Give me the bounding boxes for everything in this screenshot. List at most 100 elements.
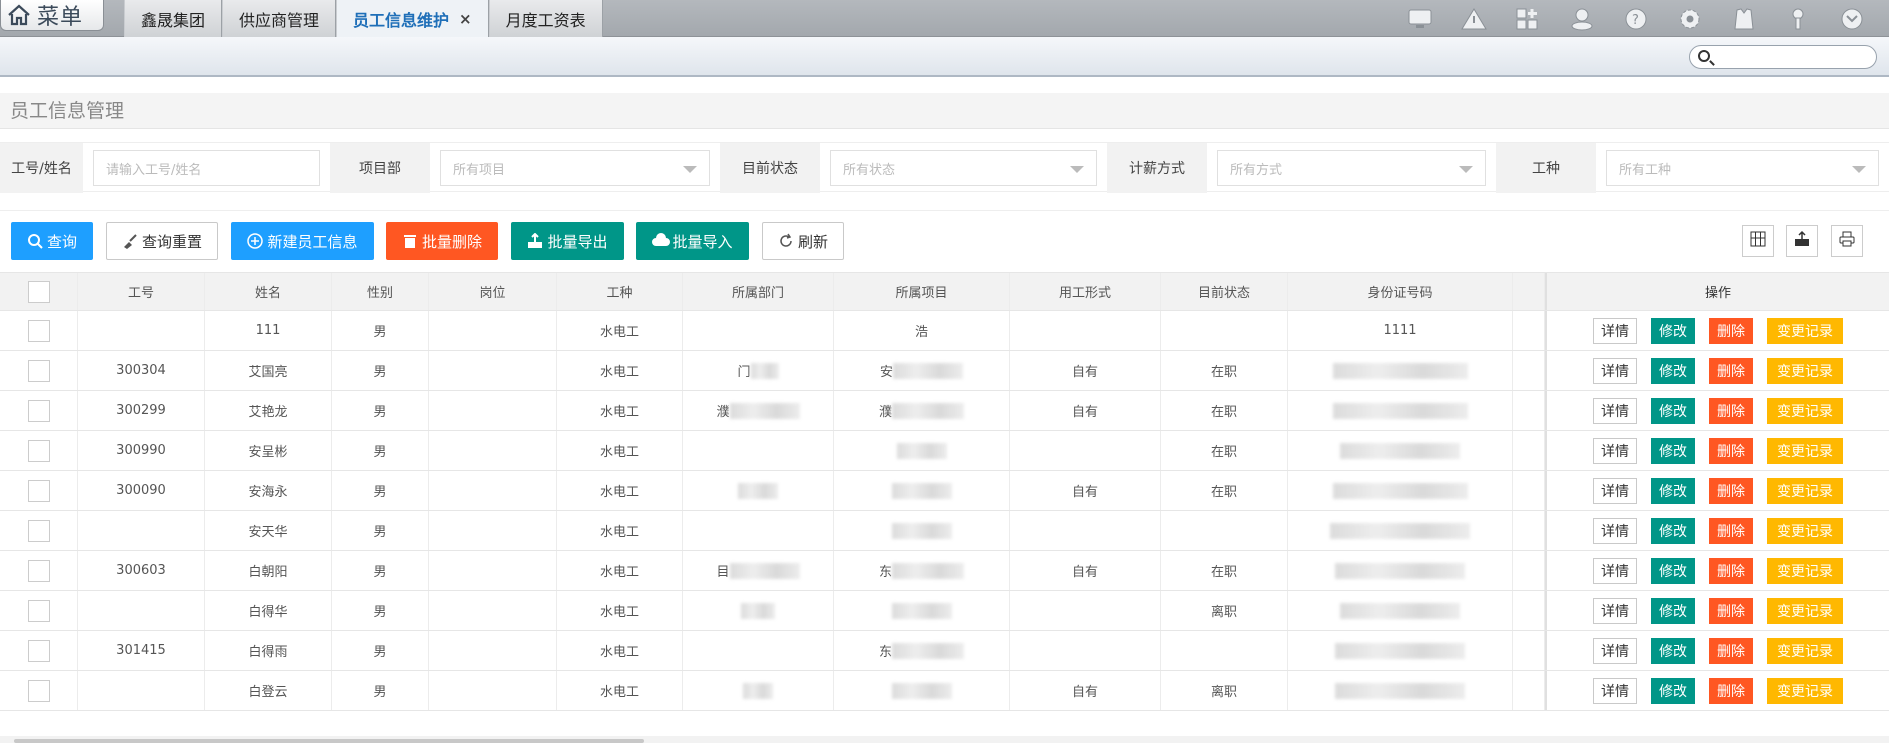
horizontal-scrollbar-thumb[interactable] [14, 739, 644, 743]
menu-button[interactable]: 菜单 [0, 0, 104, 31]
row-checkbox[interactable] [27, 559, 50, 582]
new-employee-button[interactable]: 新建员工信息 [231, 222, 374, 260]
table-row[interactable]: 300990 安呈彬 男 水电工 在职 详情 修改 删除 变更记录 [0, 431, 1889, 471]
cell-chk[interactable] [0, 551, 78, 590]
delete-button[interactable]: 删除 [1709, 677, 1753, 704]
change-log-button[interactable]: 变更记录 [1767, 397, 1843, 424]
detail-button[interactable]: 详情 [1593, 357, 1637, 384]
cell-chk[interactable] [0, 671, 78, 710]
id-name-search-input[interactable]: 请输入工号/姓名 [93, 150, 320, 186]
cell-chk[interactable] [0, 391, 78, 430]
change-log-button[interactable]: 变更记录 [1767, 677, 1843, 704]
delete-button[interactable]: 删除 [1709, 557, 1753, 584]
table-row[interactable]: 301415 白得雨 男 水电工 东 详情 修改 删除 变更记录 [0, 631, 1889, 671]
key-icon[interactable] [1771, 0, 1825, 37]
cell-chk[interactable] [0, 471, 78, 510]
edit-button[interactable]: 修改 [1651, 557, 1695, 584]
edit-button[interactable]: 修改 [1651, 317, 1695, 344]
delete-button[interactable]: 删除 [1709, 317, 1753, 344]
global-search-input[interactable] [1689, 45, 1877, 69]
edit-button[interactable]: 修改 [1651, 437, 1695, 464]
detail-button[interactable]: 详情 [1593, 677, 1637, 704]
delete-button[interactable]: 删除 [1709, 597, 1753, 624]
detail-button[interactable]: 详情 [1593, 517, 1637, 544]
add-window-icon[interactable] [1501, 0, 1555, 37]
cell-chk[interactable] [0, 351, 78, 390]
detail-button[interactable]: 详情 [1593, 397, 1637, 424]
delete-button[interactable]: 删除 [1709, 477, 1753, 504]
cell-chk[interactable] [0, 311, 78, 350]
edit-button[interactable]: 修改 [1651, 677, 1695, 704]
pay-method-select[interactable]: 所有方式 [1217, 150, 1486, 186]
change-log-button[interactable]: 变更记录 [1767, 597, 1843, 624]
detail-button[interactable]: 详情 [1593, 437, 1637, 464]
delete-button[interactable]: 删除 [1709, 437, 1753, 464]
help-icon[interactable]: ? [1609, 0, 1663, 37]
table-row[interactable]: 300603 白朝阳 男 水电工 目 东 自有 在职 详情 修改 删除 变更记录 [0, 551, 1889, 591]
table-row[interactable]: 300304 艾国亮 男 水电工 门 安 自有 在职 详情 修改 删除 变更记录 [0, 351, 1889, 391]
table-row[interactable]: 300090 安海永 男 水电工 自有 在职 详情 修改 删除 变更记录 [0, 471, 1889, 511]
batch-delete-button[interactable]: 批量删除 [386, 222, 498, 260]
settings-icon[interactable] [1663, 0, 1717, 37]
batch-export-button[interactable]: 批量导出 [511, 222, 624, 260]
row-checkbox[interactable] [27, 319, 50, 342]
cell-chk[interactable] [0, 631, 78, 670]
detail-button[interactable]: 详情 [1593, 557, 1637, 584]
table-row[interactable]: 300299 艾艳龙 男 水电工 濮 濮 自有 在职 详情 修改 删除 变更记录 [0, 391, 1889, 431]
delete-button[interactable]: 删除 [1709, 357, 1753, 384]
shirt-icon[interactable] [1717, 0, 1771, 37]
print-button[interactable] [1831, 225, 1863, 257]
change-log-button[interactable]: 变更记录 [1767, 357, 1843, 384]
close-icon[interactable]: × [459, 10, 472, 28]
dropdown-icon[interactable] [1825, 0, 1879, 37]
tab-monthly-payroll[interactable]: 月度工资表 [488, 0, 603, 37]
export-table-button[interactable] [1786, 225, 1818, 257]
tab-xinsheng-group[interactable]: 鑫晟集团 [124, 0, 223, 37]
table-row[interactable]: 白得华 男 水电工 离职 详情 修改 删除 变更记录 [0, 591, 1889, 631]
table-row[interactable]: 111 男 水电工 浩 1111 详情 修改 删除 变更记录 [0, 311, 1889, 351]
status-select[interactable]: 所有状态 [830, 150, 1097, 186]
row-checkbox[interactable] [27, 399, 50, 422]
warning-icon[interactable] [1447, 0, 1501, 37]
edit-button[interactable]: 修改 [1651, 637, 1695, 664]
reset-query-button[interactable]: 查询重置 [106, 222, 218, 260]
edit-button[interactable]: 修改 [1651, 597, 1695, 624]
select-all-checkbox-cell[interactable] [0, 273, 78, 310]
row-checkbox[interactable] [27, 359, 50, 382]
edit-button[interactable]: 修改 [1651, 397, 1695, 424]
table-row[interactable]: 安天华 男 水电工 详情 修改 删除 变更记录 [0, 511, 1889, 551]
project-select[interactable]: 所有项目 [440, 150, 710, 186]
row-checkbox[interactable] [27, 439, 50, 462]
row-checkbox[interactable] [27, 479, 50, 502]
tab-supplier-management[interactable]: 供应商管理 [222, 0, 337, 37]
change-log-button[interactable]: 变更记录 [1767, 477, 1843, 504]
delete-button[interactable]: 删除 [1709, 397, 1753, 424]
detail-button[interactable]: 详情 [1593, 477, 1637, 504]
cell-chk[interactable] [0, 591, 78, 630]
tab-employee-info[interactable]: 员工信息维护 × [336, 0, 489, 37]
cell-chk[interactable] [0, 511, 78, 550]
refresh-button[interactable]: 刷新 [762, 222, 844, 260]
cell-chk[interactable] [0, 431, 78, 470]
edit-button[interactable]: 修改 [1651, 477, 1695, 504]
edit-button[interactable]: 修改 [1651, 357, 1695, 384]
change-log-button[interactable]: 变更记录 [1767, 637, 1843, 664]
edit-button[interactable]: 修改 [1651, 517, 1695, 544]
batch-import-button[interactable]: 批量导入 [636, 222, 749, 260]
change-log-button[interactable]: 变更记录 [1767, 557, 1843, 584]
columns-toggle-button[interactable] [1742, 225, 1774, 257]
row-checkbox[interactable] [27, 679, 50, 702]
change-log-button[interactable]: 变更记录 [1767, 317, 1843, 344]
delete-button[interactable]: 删除 [1709, 637, 1753, 664]
change-log-button[interactable]: 变更记录 [1767, 437, 1843, 464]
row-checkbox[interactable] [27, 599, 50, 622]
select-all-checkbox[interactable] [27, 280, 50, 303]
trade-select[interactable]: 所有工种 [1606, 150, 1879, 186]
table-row[interactable]: 白登云 男 水电工 自有 离职 详情 修改 删除 变更记录 [0, 671, 1889, 711]
user-icon[interactable] [1555, 0, 1609, 37]
detail-button[interactable]: 详情 [1593, 637, 1637, 664]
detail-button[interactable]: 详情 [1593, 317, 1637, 344]
row-checkbox[interactable] [27, 519, 50, 542]
row-checkbox[interactable] [27, 639, 50, 662]
detail-button[interactable]: 详情 [1593, 597, 1637, 624]
